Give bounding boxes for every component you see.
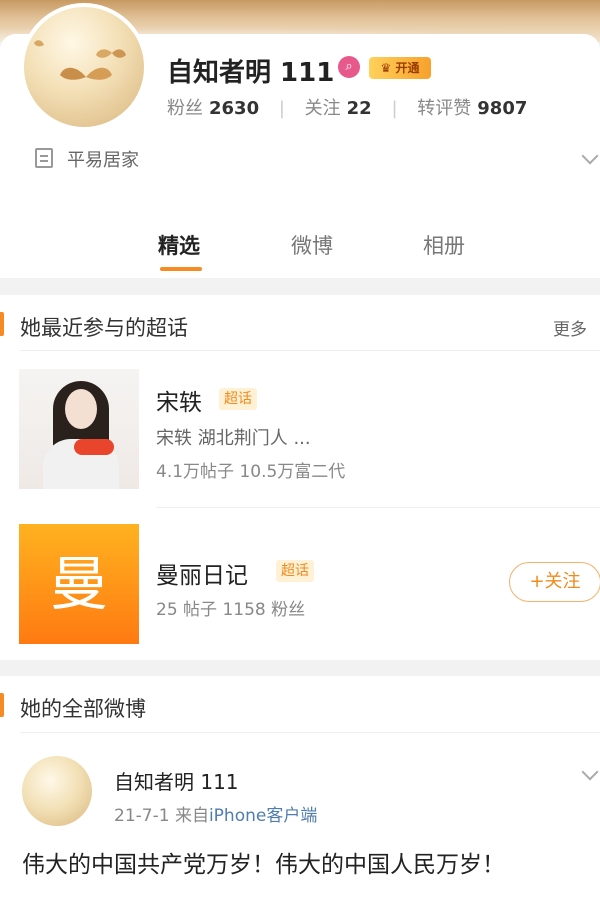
post-meta: 21-7-1 来自iPhone客户端 — [114, 801, 317, 826]
section-accent-bar — [0, 312, 4, 336]
follow-label: +关注 — [529, 571, 581, 592]
topic-name-manli[interactable]: 曼丽日记 — [156, 556, 248, 590]
supertopic-tag: 超话 — [276, 560, 314, 582]
profile-tabs: 精选 微博 相册 — [0, 226, 600, 270]
tab-album[interactable]: 相册 — [423, 230, 465, 260]
post-from-prefix: 来自 — [174, 806, 209, 826]
following-label: 关注 — [304, 98, 341, 119]
section-divider — [20, 732, 600, 733]
post-date: 21-7-1 — [114, 806, 170, 826]
section-accent-bar — [0, 693, 4, 717]
active-tab-indicator — [160, 267, 202, 271]
topic-divider — [156, 507, 600, 508]
profile-name: 自知者明 111 — [167, 58, 335, 88]
vip-crown-icon: ♛ — [380, 61, 392, 75]
post-author-avatar[interactable] — [22, 756, 92, 826]
topic-desc-songyi: 宋轶 湖北荆门人 ... — [156, 428, 311, 449]
stats-divider: | — [278, 98, 285, 119]
supertopics-more-link[interactable]: 更多 — [553, 315, 587, 340]
manli-topic-image[interactable]: 曼 — [19, 524, 139, 644]
profile-avatar[interactable] — [20, 3, 148, 131]
supertopics-title: 她最近参与的超话 — [20, 316, 188, 340]
post-author-name[interactable]: 自知者明 111 — [114, 766, 239, 795]
interactions-label: 转评赞 — [417, 98, 472, 119]
vip-open-badge[interactable]: ♛ 开通 — [369, 57, 431, 79]
following-stat[interactable]: 关注 22 — [305, 98, 378, 119]
interactions-stat[interactable]: 转评赞 9807 — [417, 98, 527, 119]
profile-bio-text: 平易居家 — [67, 150, 139, 171]
fans-label: 粉丝 — [167, 98, 203, 119]
following-value: 22 — [346, 98, 372, 119]
document-icon — [35, 148, 53, 168]
profile-bio: 平易居家 — [35, 146, 139, 172]
fans-value: 2630 — [209, 98, 260, 119]
tab-weibo[interactable]: 微博 — [291, 230, 333, 260]
posts-title: 她的全部微博 — [20, 697, 146, 721]
section-divider — [20, 350, 600, 351]
vip-open-label: 开通 — [395, 61, 420, 75]
topic-name-songyi[interactable]: 宋轶 — [156, 383, 202, 417]
butterfly-avatar-art — [34, 40, 126, 80]
topic-stats-songyi: 4.1万帖子 10.5万富二代 — [156, 462, 346, 482]
topic-stats-manli: 25 帖子 1158 粉丝 — [156, 600, 306, 620]
search-badge-icon[interactable]: ⌕ — [338, 56, 360, 78]
profile-stats: 粉丝 2630 | 关注 22 | 转评赞 9807 — [167, 94, 527, 120]
topic-icon-char: 曼 — [49, 550, 108, 618]
stats-divider: | — [391, 98, 398, 119]
supertopic-tag: 超话 — [219, 388, 257, 410]
interactions-value: 9807 — [477, 98, 528, 119]
portrait-face — [65, 389, 97, 429]
follow-button[interactable]: +关注 — [509, 562, 600, 602]
portrait-scarf — [74, 439, 114, 455]
songyi-topic-image[interactable] — [19, 369, 139, 489]
fans-stat[interactable]: 粉丝 2630 — [167, 98, 265, 119]
post-source-link[interactable]: iPhone客户端 — [209, 806, 317, 826]
post-text[interactable]: 伟大的中国共产党万岁！伟大的中国人民万岁！ — [22, 845, 505, 879]
tab-featured[interactable]: 精选 — [158, 230, 200, 260]
